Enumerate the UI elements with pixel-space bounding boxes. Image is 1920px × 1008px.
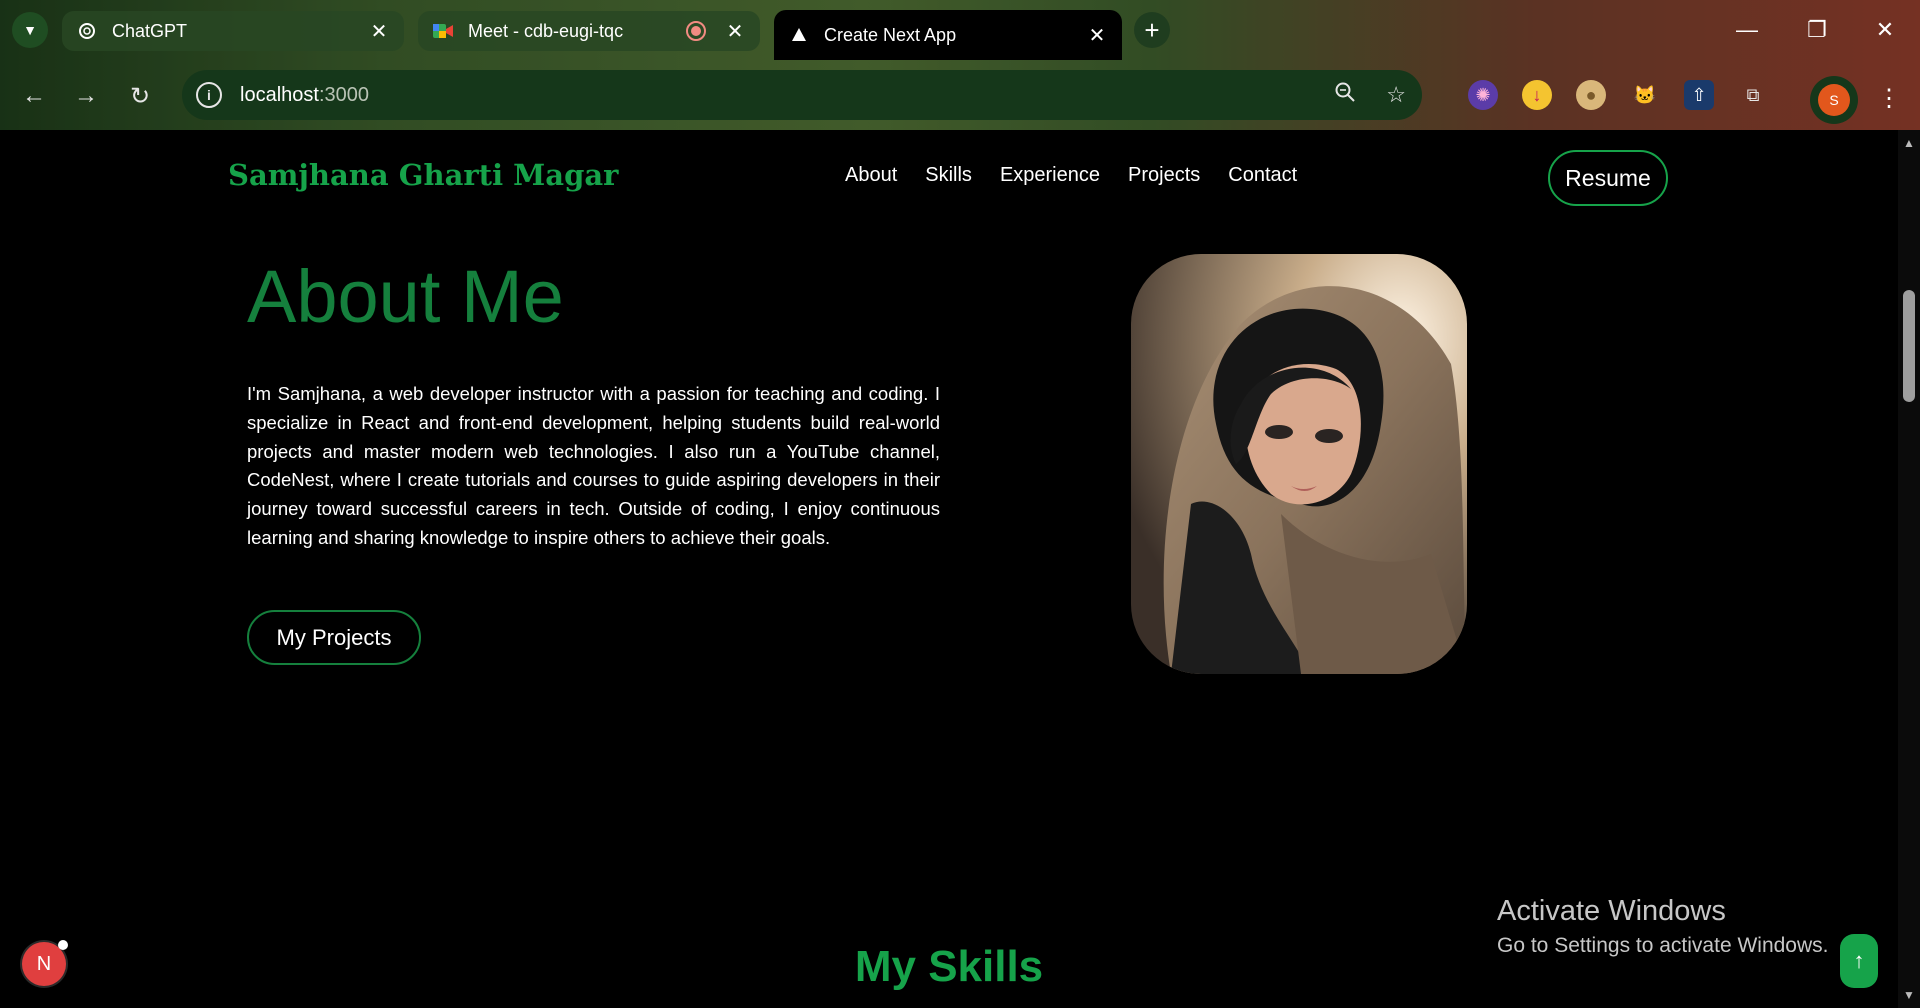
tab-strip: ▼ ChatGPT ✕ Meet - cdb-eugi-tqc ✕ Create… xyxy=(0,0,1920,60)
download-extension-icon[interactable]: ↓ xyxy=(1522,80,1552,110)
tab-search-button[interactable]: ▼ xyxy=(12,12,48,48)
windows-activation-watermark: Activate Windows Go to Settings to activ… xyxy=(1497,895,1829,958)
forward-button[interactable]: → xyxy=(66,76,106,116)
site-header: Samjhana Gharti Magar About Skills Exper… xyxy=(0,130,1898,222)
arrow-right-icon: → xyxy=(74,82,98,109)
close-icon[interactable]: ✕ xyxy=(724,20,746,43)
nav-projects[interactable]: Projects xyxy=(1128,164,1200,187)
resume-button[interactable]: Resume xyxy=(1548,150,1668,206)
tab-title: Create Next App xyxy=(824,24,957,45)
tab-title: Meet - cdb-eugi-tqc xyxy=(468,20,624,41)
site-brand[interactable]: Samjhana Gharti Magar xyxy=(228,158,618,192)
tab-title: ChatGPT xyxy=(112,20,188,41)
scroll-down-arrow-icon[interactable]: ▼ xyxy=(1902,988,1916,1002)
page-scrollbar[interactable]: ▲ ▼ xyxy=(1898,130,1920,1008)
url-text: localhost:3000 xyxy=(240,84,369,107)
url-host: localhost xyxy=(240,83,319,106)
restore-icon: ❐ xyxy=(1807,17,1827,42)
upload-extension-icon[interactable]: ⇧ xyxy=(1684,80,1714,110)
cat-extension-icon[interactable]: 🐱 xyxy=(1630,80,1660,110)
nav-experience[interactable]: Experience xyxy=(1000,164,1100,187)
back-button[interactable]: ← xyxy=(14,76,54,116)
chevron-down-icon: ▼ xyxy=(23,22,37,38)
close-window-button[interactable]: ✕ xyxy=(1860,8,1910,52)
address-bar[interactable]: i localhost:3000 ☆ xyxy=(182,70,1422,120)
browser-chrome: ▼ ChatGPT ✕ Meet - cdb-eugi-tqc ✕ Create… xyxy=(0,0,1920,130)
about-paragraph: I'm Samjhana, a web developer instructor… xyxy=(247,383,940,548)
page-viewport: Samjhana Gharti Magar About Skills Exper… xyxy=(0,130,1898,1008)
tab-chatgpt[interactable]: ChatGPT ✕ xyxy=(62,11,404,51)
my-projects-button[interactable]: My Projects xyxy=(247,610,421,665)
bookmark-star-icon[interactable]: ☆ xyxy=(1386,82,1406,108)
zoom-icon[interactable] xyxy=(1334,81,1356,109)
arrow-up-icon: ↑ xyxy=(1853,948,1865,973)
nav-contact[interactable]: Contact xyxy=(1228,164,1297,187)
reload-button[interactable]: ↻ xyxy=(120,76,160,116)
minimize-icon: — xyxy=(1736,17,1758,42)
close-icon[interactable]: ✕ xyxy=(368,20,390,43)
extensions-puzzle-icon[interactable]: ⧉ xyxy=(1738,80,1768,110)
scrollbar-thumb[interactable] xyxy=(1903,290,1915,402)
new-tab-button[interactable]: + xyxy=(1134,12,1170,48)
tab-meet[interactable]: Meet - cdb-eugi-tqc ✕ xyxy=(418,11,760,51)
scroll-to-top-button[interactable]: ↑ xyxy=(1840,934,1878,988)
nav-skills[interactable]: Skills xyxy=(925,164,972,187)
about-title: About Me xyxy=(247,255,564,338)
recording-icon xyxy=(686,21,706,41)
more-vert-icon: ⋮ xyxy=(1877,84,1901,112)
meet-icon xyxy=(432,20,454,42)
nextjs-dev-badge[interactable]: N xyxy=(22,940,68,986)
close-icon: ✕ xyxy=(1875,17,1895,42)
next-badge-letter: N xyxy=(36,952,52,975)
activate-line-1: Activate Windows xyxy=(1497,895,1726,927)
arrow-left-icon: ← xyxy=(22,82,46,109)
minimize-button[interactable]: — xyxy=(1722,8,1772,52)
brain-extension-icon[interactable]: ✺ xyxy=(1468,80,1498,110)
plus-icon: + xyxy=(1144,14,1160,45)
tab-create-next-app[interactable]: Create Next App ✕ xyxy=(774,10,1122,60)
activate-line-2: Go to Settings to activate Windows. xyxy=(1497,934,1829,957)
scroll-up-arrow-icon[interactable]: ▲ xyxy=(1902,136,1916,150)
profile-portrait-image xyxy=(1131,254,1467,674)
nextjs-triangle-icon xyxy=(788,24,810,46)
chatgpt-icon xyxy=(76,20,98,42)
restore-button[interactable]: ❐ xyxy=(1792,8,1842,52)
url-port: :3000 xyxy=(318,83,369,106)
browser-menu-button[interactable]: ⋮ xyxy=(1874,78,1904,118)
omnibox-actions: ☆ xyxy=(1334,70,1406,120)
reload-icon: ↻ xyxy=(129,82,151,110)
profile-avatar[interactable]: S xyxy=(1810,76,1858,124)
main-nav: About Skills Experience Projects Contact xyxy=(845,164,1297,187)
cookie-extension-icon[interactable]: ● xyxy=(1576,80,1606,110)
site-info-icon[interactable]: i xyxy=(196,82,222,108)
nav-about[interactable]: About xyxy=(845,164,897,187)
profile-initial: S xyxy=(1818,84,1850,116)
browser-toolbar: ← → ↻ i localhost:3000 ☆ ✺ ↓ ● 🐱 ⇧ ⧉ S ⋮ xyxy=(0,60,1920,130)
close-icon[interactable]: ✕ xyxy=(1086,24,1108,47)
